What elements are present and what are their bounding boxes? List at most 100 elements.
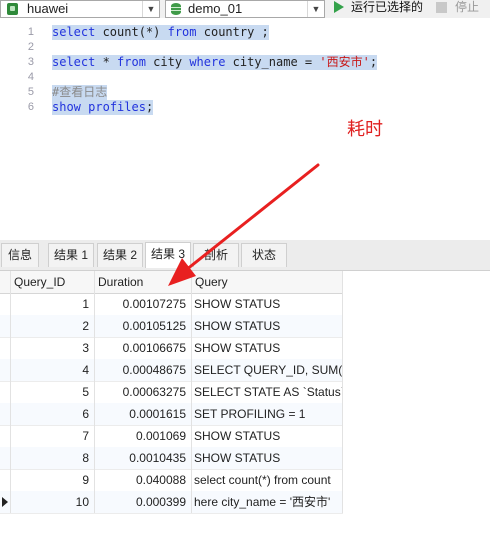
code-token: profiles	[88, 100, 146, 114]
duration-cell[interactable]: 0.00106675	[95, 337, 192, 359]
query-id-cell[interactable]: 2	[11, 315, 95, 337]
table-row[interactable]: 7 0.001069 SHOW STATUS	[0, 425, 343, 448]
table-row[interactable]: 6 0.0001615 SET PROFILING = 1	[0, 403, 343, 426]
code-token: from	[167, 25, 197, 39]
line-number: 1	[27, 26, 34, 38]
table-row[interactable]: 1 0.00107275 SHOW STATUS	[0, 293, 343, 316]
column-header-query-id[interactable]: Query_ID	[11, 271, 95, 293]
query-id-cell[interactable]: 9	[11, 469, 95, 491]
row-indicator[interactable]	[0, 315, 11, 337]
duration-cell[interactable]: 0.001069	[95, 425, 192, 447]
table-row[interactable]: 4 0.00048675 SELECT QUERY_ID, SUM(D	[0, 359, 343, 382]
connection-icon	[7, 3, 18, 15]
grid-header: Query_ID Duration Query	[0, 271, 343, 294]
row-indicator[interactable]	[0, 425, 11, 447]
column-header-duration[interactable]: Duration	[95, 271, 192, 293]
column-header-query[interactable]: Query	[192, 271, 343, 293]
stop-icon	[436, 2, 447, 13]
query-id-cell[interactable]: 5	[11, 381, 95, 403]
code-token: show	[52, 100, 81, 114]
code-token: from	[117, 55, 146, 69]
table-row[interactable]: 8 0.0010435 SHOW STATUS	[0, 447, 343, 470]
database-select[interactable]: demo_01 ▼	[165, 0, 325, 18]
duration-cell[interactable]: 0.000399	[95, 491, 192, 513]
duration-cell[interactable]: 0.00063275	[95, 381, 192, 403]
code-text: select count(*) from country ;	[52, 25, 269, 40]
connection-select[interactable]: huawei ▼	[0, 0, 160, 18]
line-number: 3	[27, 56, 34, 68]
query-id-cell[interactable]: 10	[11, 491, 95, 513]
code-line: 5 #查看日志	[0, 85, 490, 100]
code-token: #查看日志	[52, 85, 108, 99]
query-id-cell[interactable]: 1	[11, 293, 95, 315]
query-cell[interactable]: here city_name = '西安市'	[192, 491, 343, 513]
query-cell[interactable]: SHOW STATUS	[192, 337, 343, 359]
sql-editor[interactable]: 1 select count(*) from country ; 2 3 select …	[0, 18, 490, 240]
run-selected-label: 运行已选择的	[351, 0, 424, 14]
query-cell[interactable]: SHOW STATUS	[192, 315, 343, 337]
duration-cell[interactable]: 0.0010435	[95, 447, 192, 469]
code-line: 2	[0, 40, 490, 55]
query-cell[interactable]: SELECT QUERY_ID, SUM(D	[192, 359, 343, 381]
code-token: *	[95, 55, 118, 69]
query-id-cell[interactable]: 6	[11, 403, 95, 425]
code-text: select * from city where city_name = '西安…	[52, 55, 378, 70]
result-grid[interactable]: Query_ID Duration Query 1 0.00107275 SHOW …	[0, 271, 343, 514]
query-cell[interactable]: SHOW STATUS	[192, 425, 343, 447]
tab-result-2[interactable]: 结果 2	[97, 243, 143, 267]
code-line: 1 select count(*) from country ;	[0, 25, 490, 40]
stop-label: 停止	[455, 0, 480, 14]
table-row[interactable]: 10 0.000399 here city_name = '西安市'	[0, 491, 343, 514]
chevron-down-icon[interactable]: ▼	[307, 1, 324, 17]
database-name: demo_01	[188, 1, 243, 16]
tab-info[interactable]: 信息	[1, 243, 39, 267]
query-cell[interactable]: SELECT STATE AS `Status`	[192, 381, 343, 403]
tab-status[interactable]: 状态	[241, 243, 287, 267]
query-cell[interactable]: select count(*) from count	[192, 469, 343, 491]
query-id-cell[interactable]: 8	[11, 447, 95, 469]
tab-result-3[interactable]: 结果 3	[145, 242, 191, 268]
code-token: ;	[369, 55, 378, 69]
tab-profile[interactable]: 剖析	[193, 243, 239, 267]
line-number: 4	[27, 71, 34, 83]
code-token: ;	[145, 100, 154, 114]
query-cell[interactable]: SHOW STATUS	[192, 293, 343, 315]
duration-cell[interactable]: 0.0001615	[95, 403, 192, 425]
query-cell[interactable]: SHOW STATUS	[192, 447, 343, 469]
code-line: 3 select * from city where city_name = '西…	[0, 55, 490, 70]
line-number: 6	[27, 101, 34, 113]
query-id-cell[interactable]: 7	[11, 425, 95, 447]
row-indicator[interactable]	[0, 447, 11, 469]
duration-cell[interactable]: 0.00107275	[95, 293, 192, 315]
table-row[interactable]: 3 0.00106675 SHOW STATUS	[0, 337, 343, 360]
row-indicator[interactable]	[0, 381, 11, 403]
row-indicator[interactable]	[0, 359, 11, 381]
code-line: 6 show profiles;	[0, 100, 490, 115]
duration-cell[interactable]: 0.040088	[95, 469, 192, 491]
duration-cell[interactable]: 0.00048675	[95, 359, 192, 381]
row-indicator[interactable]	[0, 403, 11, 425]
row-indicator[interactable]	[0, 469, 11, 491]
row-indicator[interactable]	[0, 337, 11, 359]
query-id-cell[interactable]: 4	[11, 359, 95, 381]
code-token: city	[145, 55, 190, 69]
chevron-down-icon[interactable]: ▼	[142, 1, 159, 17]
code-line: 4	[0, 70, 490, 85]
tab-result-1[interactable]: 结果 1	[48, 243, 94, 267]
code-token: '西安市'	[319, 55, 370, 69]
code-token: city_name =	[225, 55, 320, 69]
table-row[interactable]: 9 0.040088 select count(*) from count	[0, 469, 343, 492]
table-row[interactable]: 5 0.00063275 SELECT STATE AS `Status`	[0, 381, 343, 404]
database-icon	[171, 3, 181, 15]
code-token: country ;	[196, 25, 269, 39]
row-indicator[interactable]	[0, 491, 11, 513]
code-token: select	[52, 25, 96, 39]
query-cell[interactable]: SET PROFILING = 1	[192, 403, 343, 425]
table-row[interactable]: 2 0.00105125 SHOW STATUS	[0, 315, 343, 338]
play-icon	[334, 1, 344, 13]
duration-cell[interactable]: 0.00105125	[95, 315, 192, 337]
row-indicator[interactable]	[0, 293, 11, 315]
code-token: count(*)	[95, 25, 168, 39]
query-id-cell[interactable]: 3	[11, 337, 95, 359]
row-indicator-header	[0, 271, 11, 293]
